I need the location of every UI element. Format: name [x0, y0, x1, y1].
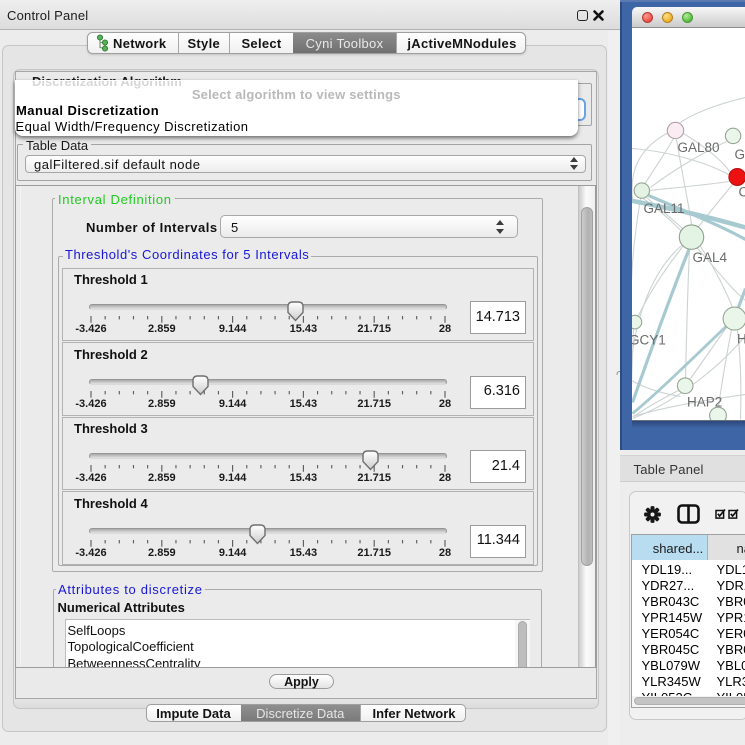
svg-text:GCY1: GCY1	[632, 332, 666, 347]
svg-text:H: H	[737, 331, 745, 346]
svg-text:GAL11: GAL11	[643, 201, 684, 216]
svg-text:GAL80: GAL80	[677, 140, 719, 155]
svg-text:C: C	[738, 184, 745, 199]
svg-text:GA: GA	[734, 147, 745, 162]
svg-text:HAP2: HAP2	[687, 394, 722, 409]
svg-text:GAL4: GAL4	[692, 250, 727, 265]
